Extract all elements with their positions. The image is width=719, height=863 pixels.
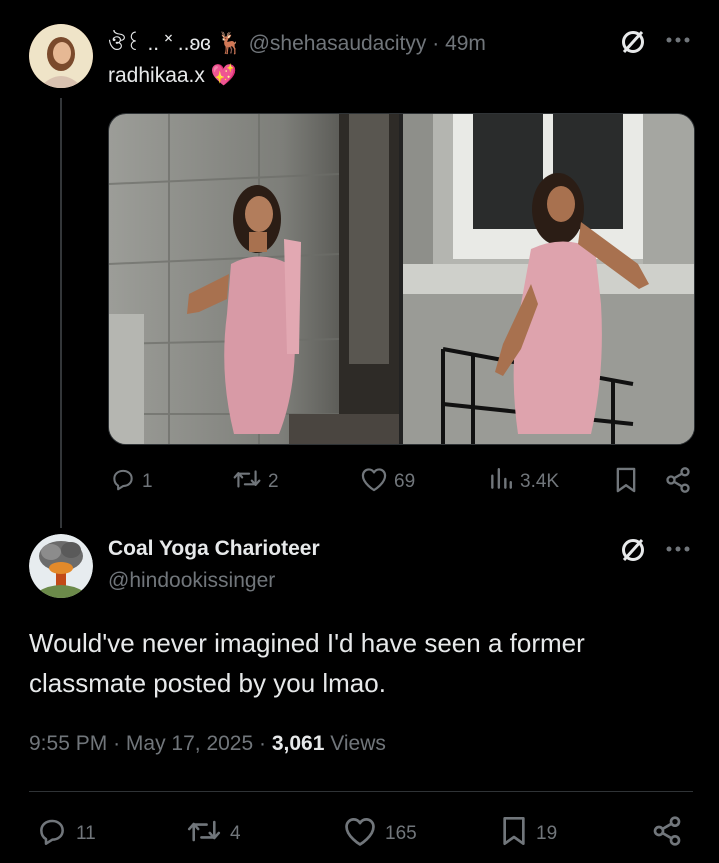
repost-button[interactable]: 4	[186, 815, 241, 853]
views-count: 3.4K	[520, 471, 560, 492]
tweet-timestamp-line: 9:55 PM · May 17, 2025 · 3,061 Views	[29, 732, 386, 756]
sparkling-heart-emoji: 💖	[210, 64, 237, 87]
divider	[29, 791, 693, 792]
grok-icon[interactable]	[619, 28, 647, 56]
timestamp-date[interactable]: May 17, 2025	[126, 732, 253, 755]
bookmark-count: 19	[536, 823, 558, 844]
views-button[interactable]: 3.4K	[488, 466, 559, 498]
tweet-text: radhikaa.x 💖	[108, 64, 237, 88]
timestamp[interactable]: 49m	[445, 32, 486, 55]
bookmark-button[interactable]: 19	[500, 815, 557, 853]
repost-count: 2	[268, 471, 279, 492]
reply-count: 11	[76, 823, 96, 844]
like-count: 165	[385, 823, 417, 844]
share-icon[interactable]	[664, 466, 692, 494]
repost-count: 4	[230, 823, 241, 844]
like-count: 69	[394, 471, 416, 492]
handle[interactable]: @hindookissinger	[108, 569, 275, 593]
views-count: 3,061	[271, 732, 325, 755]
bookmark-icon	[500, 815, 528, 853]
like-button[interactable]: 165	[343, 815, 417, 853]
reply-icon	[36, 815, 68, 853]
repost-button[interactable]: 2	[232, 466, 279, 498]
tweet-header: ঔ꒰ .. ˟ ..ʚɞ 🦌 @shehasaudacityy · 49m	[108, 27, 486, 62]
heart-icon	[360, 466, 388, 498]
bookmark-icon[interactable]	[614, 466, 638, 494]
views-label: Views	[330, 732, 386, 755]
avatar[interactable]	[29, 24, 93, 88]
tweet-text: Would've never imagined I'd have seen a …	[29, 628, 585, 698]
separator: ·	[259, 732, 267, 755]
repost-icon	[232, 466, 262, 498]
photo-left[interactable]	[109, 114, 399, 444]
more-icon[interactable]	[666, 545, 690, 553]
share-icon[interactable]	[651, 815, 683, 847]
like-button[interactable]: 69	[360, 466, 415, 498]
separator: ·	[432, 32, 440, 55]
views-chart-icon	[488, 466, 514, 498]
thread-line	[60, 98, 62, 528]
grok-icon[interactable]	[619, 536, 647, 564]
heart-icon	[343, 815, 377, 853]
separator: ·	[113, 732, 121, 755]
media-grid	[108, 113, 695, 445]
display-name[interactable]: Coal Yoga Charioteer	[108, 537, 320, 561]
display-name[interactable]: ঔ꒰ .. ˟ ..ʚɞ 🦌	[108, 32, 243, 55]
repost-icon	[186, 815, 222, 853]
handle[interactable]: @shehasaudacityy	[249, 32, 427, 55]
timestamp-time[interactable]: 9:55 PM	[29, 732, 107, 755]
reply-button[interactable]: 1	[110, 466, 153, 498]
reply-count: 1	[142, 471, 153, 492]
photo-right[interactable]	[403, 114, 694, 444]
reply-icon	[110, 466, 136, 498]
more-icon[interactable]	[666, 36, 690, 44]
reply-button[interactable]: 11	[36, 815, 96, 853]
tweet-text-content: radhikaa.x	[108, 64, 205, 87]
avatar[interactable]	[29, 534, 93, 598]
